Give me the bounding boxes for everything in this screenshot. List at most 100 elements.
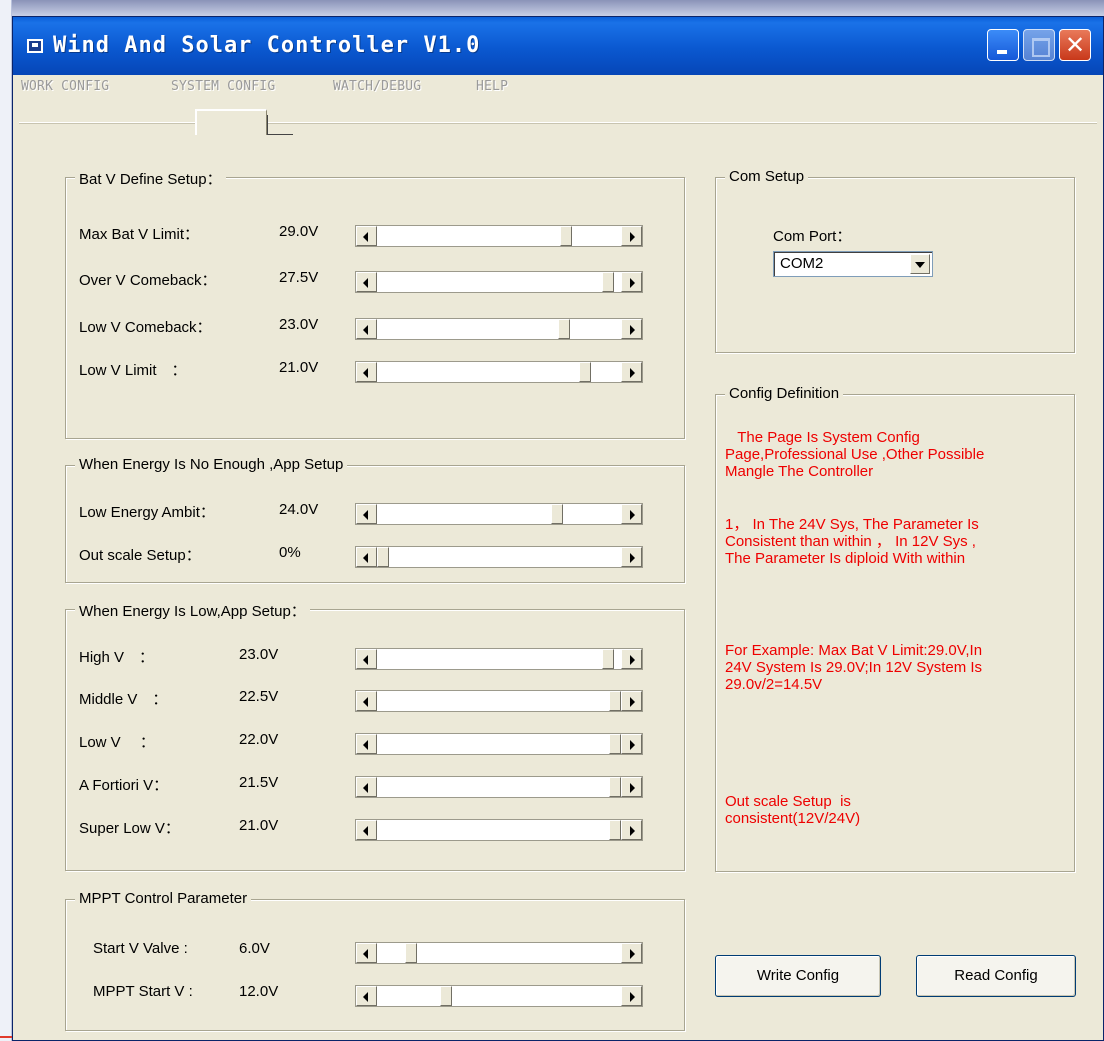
label-com-port: Com Port： [773, 228, 852, 245]
tab-active[interactable] [195, 109, 267, 135]
slider-low-v[interactable] [355, 733, 643, 755]
slider-thumb[interactable] [377, 547, 389, 567]
scroll-left-arrow-icon[interactable] [356, 986, 377, 1006]
slider-thumb[interactable] [560, 226, 573, 246]
slider-low-energy-ambit[interactable] [355, 503, 643, 525]
slider-out-scale-setup[interactable] [355, 546, 643, 568]
com-port-select[interactable]: COM2 [773, 251, 933, 277]
slider-max-bat-v-limit[interactable] [355, 225, 643, 247]
value-super-low-v: 21.0V [239, 817, 279, 834]
slider-thumb[interactable] [439, 986, 452, 1006]
slider-thumb[interactable] [609, 734, 621, 754]
label-low-v: Low V ： [79, 734, 155, 751]
scroll-right-arrow-icon[interactable] [621, 547, 642, 567]
app-icon [27, 39, 43, 53]
label-low-v-comeback: Low V Comeback： [79, 319, 212, 336]
scroll-left-arrow-icon[interactable] [356, 943, 377, 963]
read-config-button[interactable]: Read Config [916, 955, 1076, 997]
value-out-scale-setup: 0% [279, 544, 301, 561]
label-over-v-comeback: Over V Comeback： [79, 272, 217, 289]
value-high-v: 23.0V [239, 646, 279, 663]
slider-thumb[interactable] [609, 777, 621, 797]
scroll-right-arrow-icon[interactable] [621, 319, 642, 339]
slider-thumb[interactable] [551, 504, 563, 524]
slider-thumb[interactable] [602, 272, 615, 292]
label-low-energy-ambit: Low Energy Ambit： [79, 504, 215, 521]
group-bat-v-define-title: Bat V Define Setup： [75, 168, 226, 189]
group-bat-v-define [65, 177, 685, 439]
scroll-left-arrow-icon[interactable] [356, 820, 377, 840]
slider-over-v-comeback[interactable] [355, 271, 643, 293]
value-a-fortiori-v: 21.5V [239, 774, 279, 791]
scroll-left-arrow-icon[interactable] [356, 547, 377, 567]
scroll-right-arrow-icon[interactable] [621, 691, 642, 711]
close-button[interactable]: ✕ [1059, 29, 1091, 61]
scroll-right-arrow-icon[interactable] [621, 226, 642, 246]
value-low-energy-ambit: 24.0V [279, 501, 319, 518]
scroll-right-arrow-icon[interactable] [621, 649, 642, 669]
scroll-right-arrow-icon[interactable] [621, 504, 642, 524]
tab-strip [19, 122, 1097, 124]
minimize-button[interactable] [987, 29, 1019, 61]
label-start-v-valve: Start V Valve : [93, 940, 188, 957]
value-max-bat-v-limit: 29.0V [279, 223, 319, 240]
slider-middle-v[interactable] [355, 690, 643, 712]
scroll-left-arrow-icon[interactable] [356, 734, 377, 754]
slider-thumb[interactable] [578, 362, 591, 382]
scroll-left-arrow-icon[interactable] [356, 777, 377, 797]
write-config-button[interactable]: Write Config [715, 955, 881, 997]
label-a-fortiori-v: A Fortiori V： [79, 777, 169, 794]
menu-watch-debug[interactable]: WATCH/DEBUG [333, 79, 421, 94]
scroll-right-arrow-icon[interactable] [621, 820, 642, 840]
title-bar[interactable]: Wind And Solar Controller V1.0 ✕ [13, 17, 1103, 75]
maximize-button[interactable] [1023, 29, 1055, 61]
scroll-right-arrow-icon[interactable] [621, 272, 642, 292]
desktop-edge [0, 0, 12, 1041]
slider-thumb[interactable] [404, 943, 417, 963]
slider-start-v-valve[interactable] [355, 942, 643, 964]
slider-thumb[interactable] [609, 820, 621, 840]
value-low-v-comeback: 23.0V [279, 316, 319, 333]
scroll-left-arrow-icon[interactable] [356, 319, 377, 339]
group-energy-low-title: When Energy Is Low,App Setup： [75, 600, 310, 621]
slider-low-v-comeback[interactable] [355, 318, 643, 340]
slider-mppt-start-v[interactable] [355, 985, 643, 1007]
close-icon: ✕ [1064, 31, 1086, 59]
scroll-left-arrow-icon[interactable] [356, 226, 377, 246]
taskbar-strip [0, 0, 1104, 16]
slider-high-v[interactable] [355, 648, 643, 670]
scroll-left-arrow-icon[interactable] [356, 691, 377, 711]
group-energy-no-enough-title: When Energy Is No Enough ,App Setup [75, 456, 348, 473]
scroll-right-arrow-icon[interactable] [621, 777, 642, 797]
menu-work-config[interactable]: WORK CONFIG [21, 79, 109, 94]
slider-a-fortiori-v[interactable] [355, 776, 643, 798]
slider-thumb[interactable] [609, 691, 621, 711]
config-text-out-scale: Out scale Setup is consistent(12V/24V) [725, 793, 861, 827]
tab-corner-mark [267, 115, 293, 135]
chevron-down-icon[interactable] [910, 254, 930, 274]
scroll-right-arrow-icon[interactable] [621, 986, 642, 1006]
slider-super-low-v[interactable] [355, 819, 643, 841]
slider-thumb[interactable] [602, 649, 615, 669]
config-text-example: For Example: Max Bat V Limit:29.0V,In 24… [725, 642, 983, 693]
group-mppt-title: MPPT Control Parameter [75, 890, 252, 907]
scroll-left-arrow-icon[interactable] [356, 362, 377, 382]
group-com-setup-title: Com Setup [725, 168, 809, 185]
menu-system-config[interactable]: SYSTEM CONFIG [171, 79, 275, 94]
value-over-v-comeback: 27.5V [279, 269, 319, 286]
scroll-right-arrow-icon[interactable] [621, 943, 642, 963]
scroll-left-arrow-icon[interactable] [356, 649, 377, 669]
label-mppt-start-v: MPPT Start V : [93, 983, 193, 1000]
group-mppt [65, 899, 685, 1031]
scroll-right-arrow-icon[interactable] [621, 362, 642, 382]
slider-thumb[interactable] [557, 319, 570, 339]
label-max-bat-v-limit: Max Bat V Limit： [79, 226, 200, 243]
menu-help[interactable]: HELP [476, 79, 508, 94]
scroll-right-arrow-icon[interactable] [621, 734, 642, 754]
scroll-left-arrow-icon[interactable] [356, 504, 377, 524]
scroll-left-arrow-icon[interactable] [356, 272, 377, 292]
com-port-value: COM2 [780, 255, 824, 272]
value-low-v: 22.0V [239, 731, 279, 748]
slider-low-v-limit[interactable] [355, 361, 643, 383]
label-out-scale-setup: Out scale Setup： [79, 547, 201, 564]
